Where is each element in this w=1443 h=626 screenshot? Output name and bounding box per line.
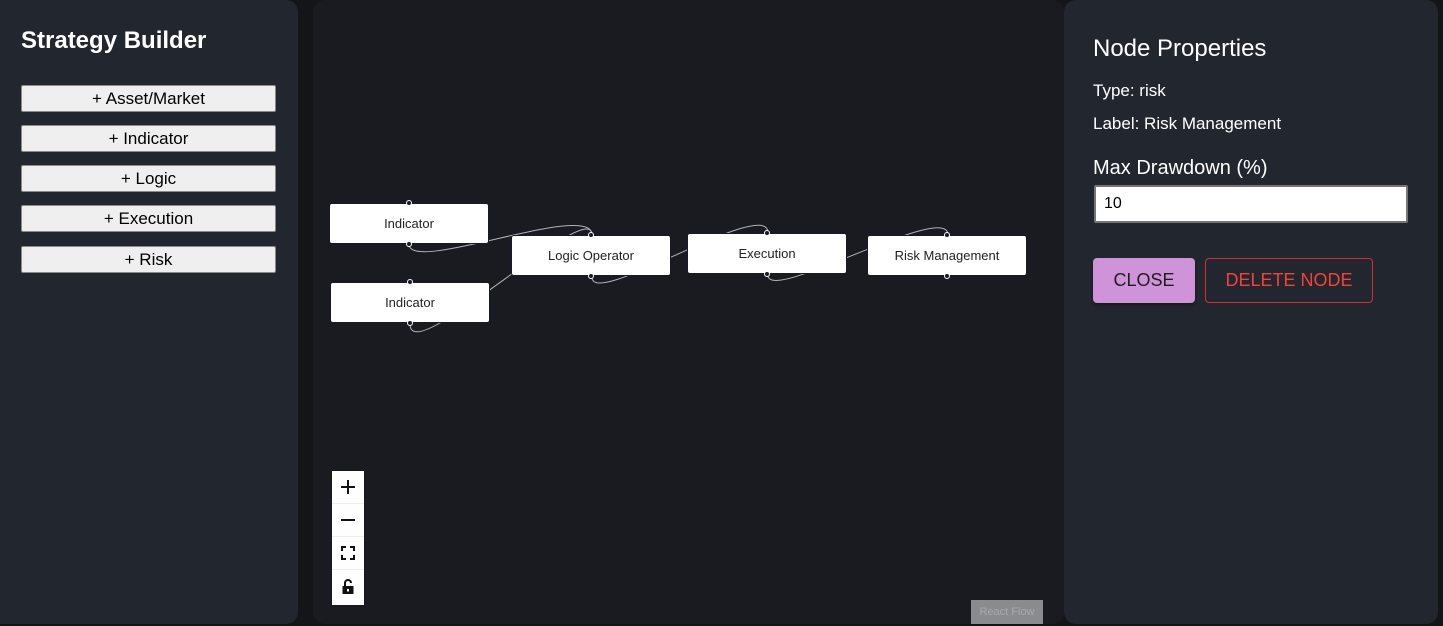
node-label: Indicator — [385, 295, 435, 310]
add-logic-button[interactable]: + Logic — [21, 165, 276, 192]
zoom-in-icon — [341, 480, 355, 494]
node-execution[interactable]: Execution — [687, 230, 847, 277]
node-handle-source[interactable] — [406, 241, 412, 247]
zoom-in-button[interactable] — [332, 471, 364, 504]
add-indicator-button[interactable]: + Indicator — [21, 125, 276, 152]
node-logic-operator[interactable]: Logic Operator — [511, 232, 671, 279]
node-risk-management[interactable]: Risk Management — [867, 232, 1027, 279]
sidebar: Strategy Builder + Asset/Market + Indica… — [0, 0, 298, 624]
node-label: Logic Operator — [548, 248, 634, 263]
fit-view-button[interactable] — [332, 537, 364, 570]
add-execution-button[interactable]: + Execution — [21, 205, 276, 232]
sidebar-title: Strategy Builder — [21, 27, 207, 54]
node-properties-panel: Node Properties Type: risk Label: Risk M… — [1064, 0, 1438, 624]
node-label: Execution — [738, 246, 796, 261]
node-handle-target[interactable] — [407, 279, 413, 285]
node-handle-source[interactable] — [407, 320, 413, 326]
zoom-out-button[interactable] — [332, 504, 364, 537]
node-label: Indicator — [384, 216, 434, 231]
toggle-lock-button[interactable] — [332, 570, 364, 603]
delete-node-button[interactable]: DELETE NODE — [1205, 258, 1373, 303]
node-handle-target[interactable] — [764, 230, 770, 236]
strategy-builder-app: Strategy Builder + Asset/Market + Indica… — [0, 0, 1443, 626]
close-button[interactable]: CLOSE — [1093, 258, 1195, 303]
node-indicator-1[interactable]: Indicator — [329, 200, 489, 247]
add-risk-button[interactable]: + Risk — [21, 246, 276, 273]
flow-canvas[interactable]: Indicator Indicator Logic Operator Execu… — [313, 0, 1064, 624]
node-label: Risk Management — [894, 248, 1000, 263]
add-asset-market-button[interactable]: + Asset/Market — [21, 85, 276, 112]
lock-icon — [342, 578, 354, 594]
node-handle-source[interactable] — [588, 273, 594, 279]
node-label-text: Label: Risk Management — [1093, 114, 1282, 133]
node-handle-target[interactable] — [406, 200, 412, 206]
flow-controls — [332, 471, 364, 605]
node-indicator-2[interactable]: Indicator — [330, 279, 490, 326]
fit-view-icon — [341, 546, 355, 560]
panel-title: Node Properties — [1093, 35, 1267, 62]
max-drawdown-label: Max Drawdown (%) — [1093, 157, 1268, 179]
node-type: Type: risk — [1093, 81, 1166, 100]
max-drawdown-input[interactable] — [1094, 185, 1408, 223]
zoom-out-icon — [341, 519, 355, 521]
node-handle-source[interactable] — [944, 273, 950, 279]
node-handle-source[interactable] — [764, 271, 770, 277]
react-flow-attribution[interactable]: React Flow — [971, 600, 1043, 624]
node-handle-target[interactable] — [944, 232, 950, 238]
node-handle-target[interactable] — [588, 232, 594, 238]
